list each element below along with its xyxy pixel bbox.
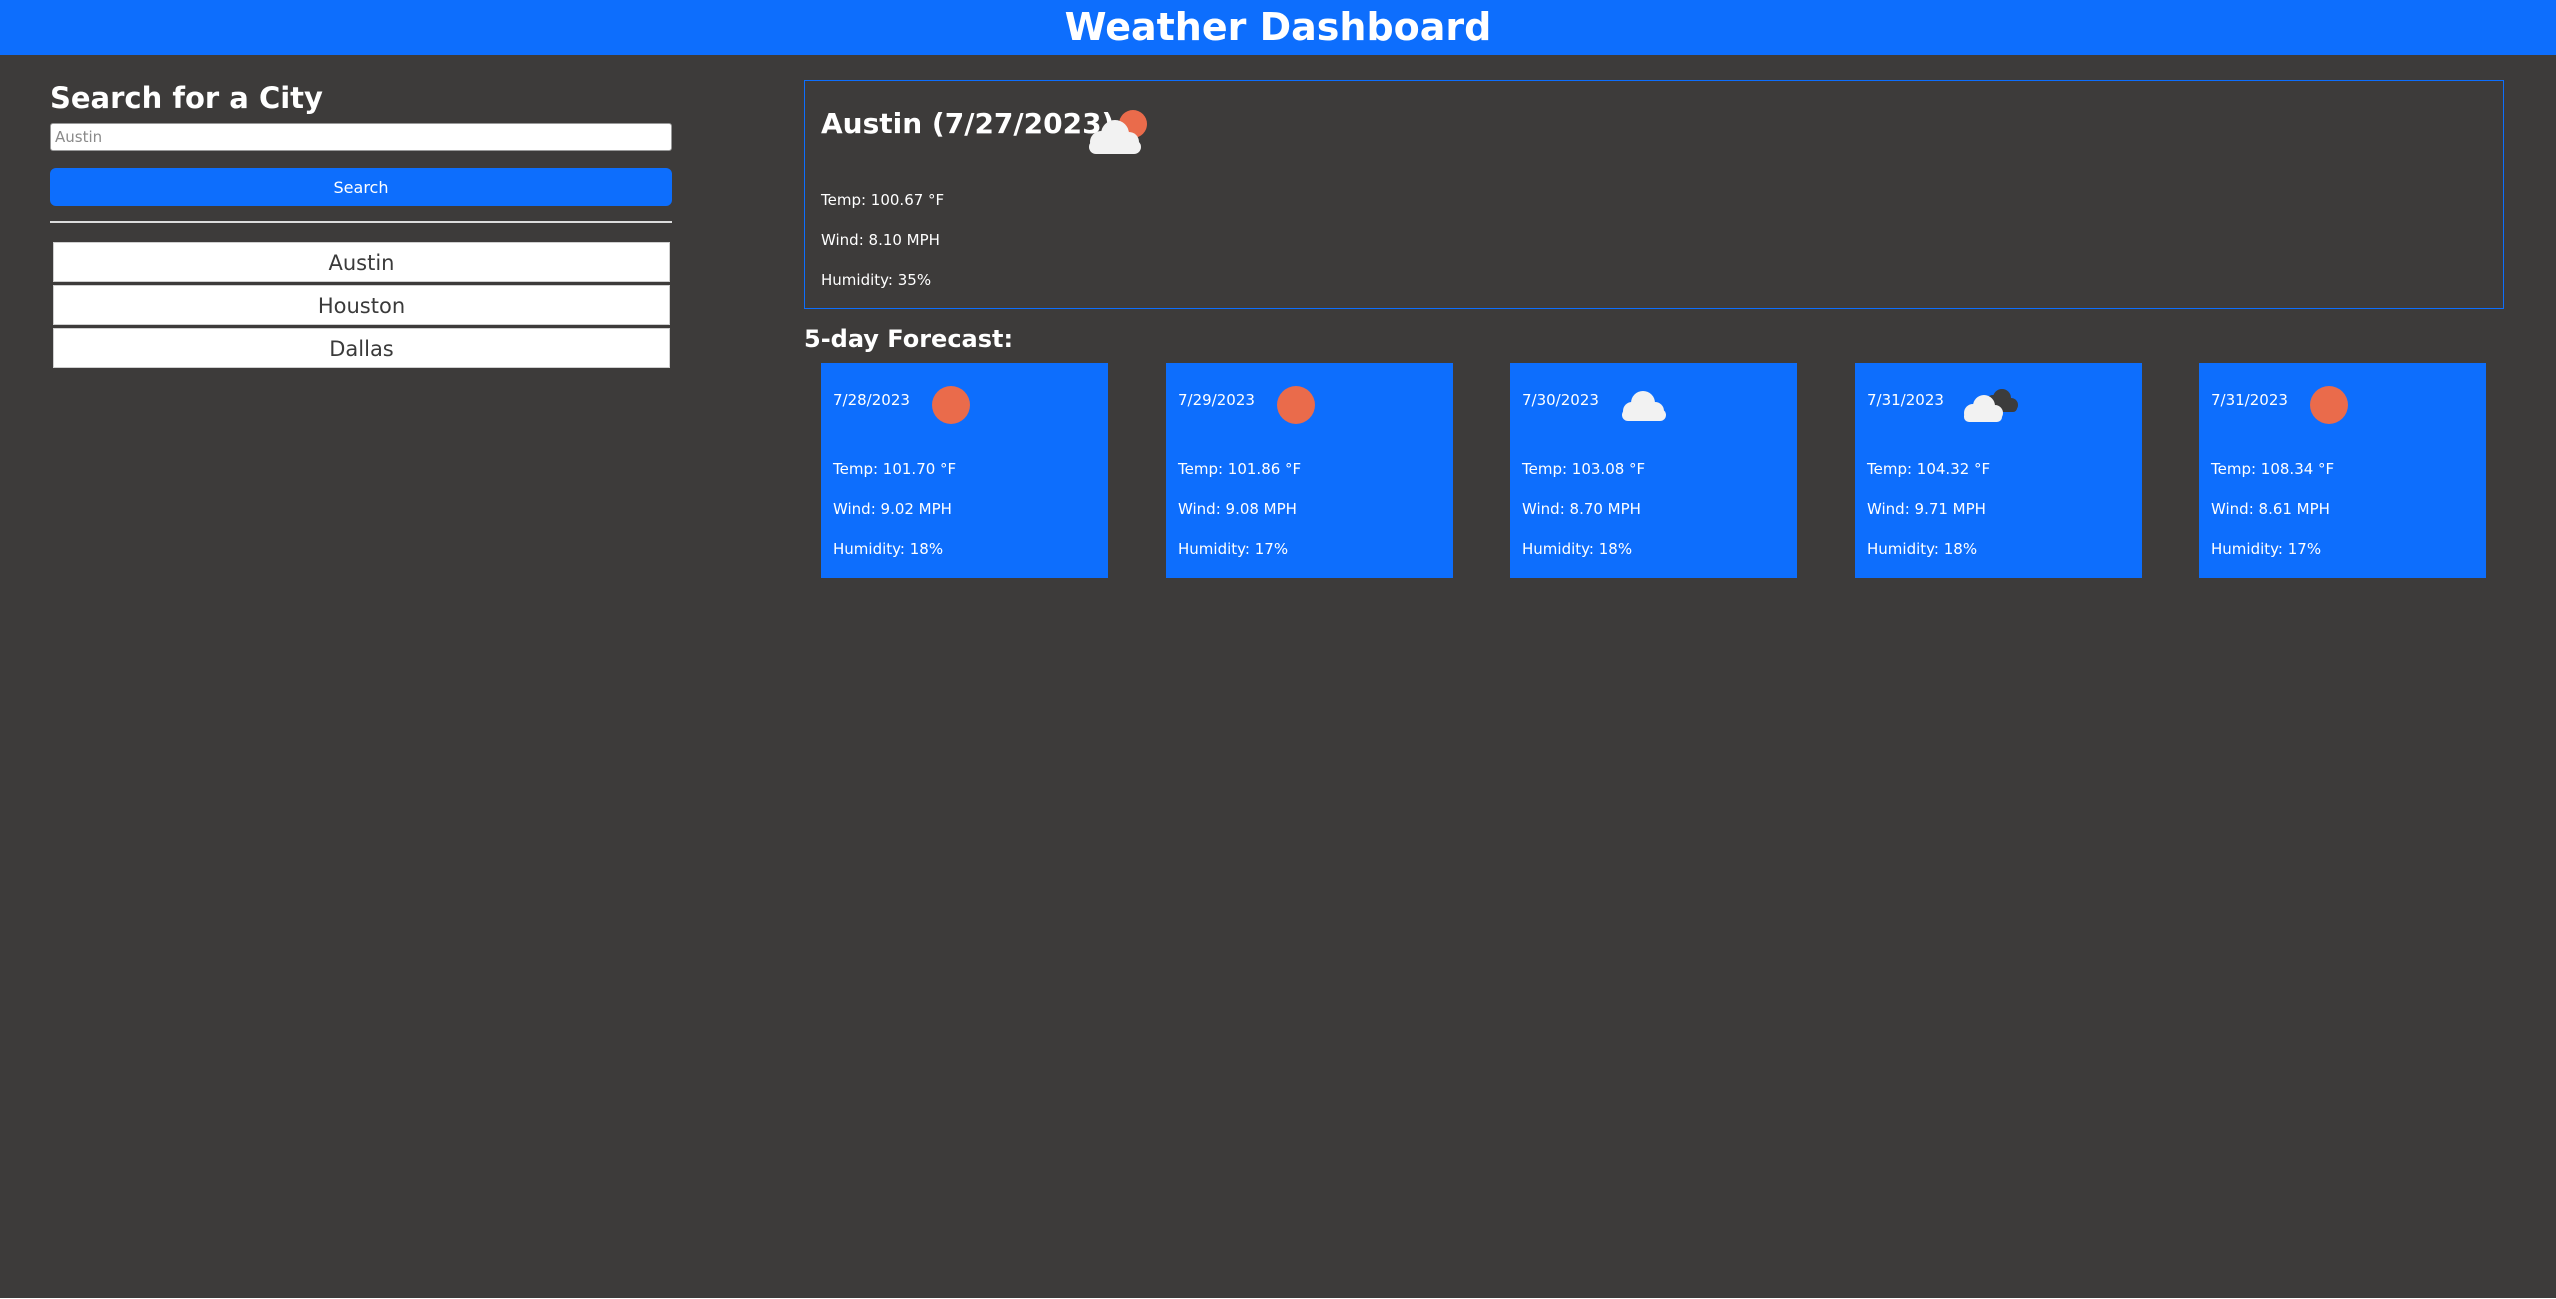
city-search-input[interactable] [50,123,672,151]
forecast-temp: Temp: 101.86 °F [1178,460,1302,478]
forecast-wind: Wind: 8.70 MPH [1522,500,1641,518]
forecast-date: 7/29/2023 [1178,391,1255,409]
forecast-wind: Wind: 9.71 MPH [1867,500,1986,518]
page-background: Weather Dashboard Search for a City Sear… [0,0,2556,1298]
forecast-humidity: Humidity: 18% [833,540,944,558]
forecast-date: 7/28/2023 [833,391,910,409]
forecast-humidity: Humidity: 17% [1178,540,1289,558]
broken-clouds-icon [1964,389,2018,422]
forecast-card: 7/29/2023 Temp: 101.86 °F Wind: 9.08 MPH… [1166,363,1453,578]
sun-behind-cloud-icon [1089,110,1147,154]
forecast-heading: 5-day Forecast: [804,325,1014,353]
current-weather-card: Austin (7/27/2023) Temp: 100.67 °F Wind:… [804,80,2504,309]
forecast-temp: Temp: 108.34 °F [2211,460,2335,478]
forecast-wind: Wind: 9.08 MPH [1178,500,1297,518]
current-humidity: Humidity: 35% [821,271,932,289]
current-city-title: Austin (7/27/2023) [821,107,1115,140]
forecast-card: 7/30/2023 Temp: 103.08 °F Wind: 8.70 MPH… [1510,363,1797,578]
forecast-card: 7/31/2023 Temp: 104.32 °F Wind: 9.71 MPH… [1855,363,2142,578]
sun-icon [1277,386,1315,424]
cloud-icon [1622,391,1666,421]
search-heading: Search for a City [50,81,323,115]
forecast-card: 7/28/2023 Temp: 101.70 °F Wind: 9.02 MPH… [821,363,1108,578]
forecast-humidity: Humidity: 18% [1522,540,1633,558]
forecast-wind: Wind: 8.61 MPH [2211,500,2330,518]
forecast-temp: Temp: 103.08 °F [1522,460,1646,478]
forecast-temp: Temp: 101.70 °F [833,460,957,478]
history-item-houston[interactable]: Houston [53,285,670,325]
sidebar-divider [50,221,672,223]
search-history-list: Austin Houston Dallas [53,242,670,371]
page-header: Weather Dashboard [0,0,2556,55]
forecast-date: 7/30/2023 [1522,391,1599,409]
forecast-humidity: Humidity: 17% [2211,540,2322,558]
forecast-temp: Temp: 104.32 °F [1867,460,1991,478]
history-item-dallas[interactable]: Dallas [53,328,670,368]
forecast-date: 7/31/2023 [2211,391,2288,409]
history-item-austin[interactable]: Austin [53,242,670,282]
forecast-card: 7/31/2023 Temp: 108.34 °F Wind: 8.61 MPH… [2199,363,2486,578]
current-temp: Temp: 100.67 °F [821,191,945,209]
forecast-date: 7/31/2023 [1867,391,1944,409]
sun-icon [932,386,970,424]
current-wind: Wind: 8.10 MPH [821,231,940,249]
page-title: Weather Dashboard [1064,5,1492,49]
forecast-wind: Wind: 9.02 MPH [833,500,952,518]
sun-icon [2310,386,2348,424]
forecast-humidity: Humidity: 18% [1867,540,1978,558]
search-button[interactable]: Search [50,168,672,206]
